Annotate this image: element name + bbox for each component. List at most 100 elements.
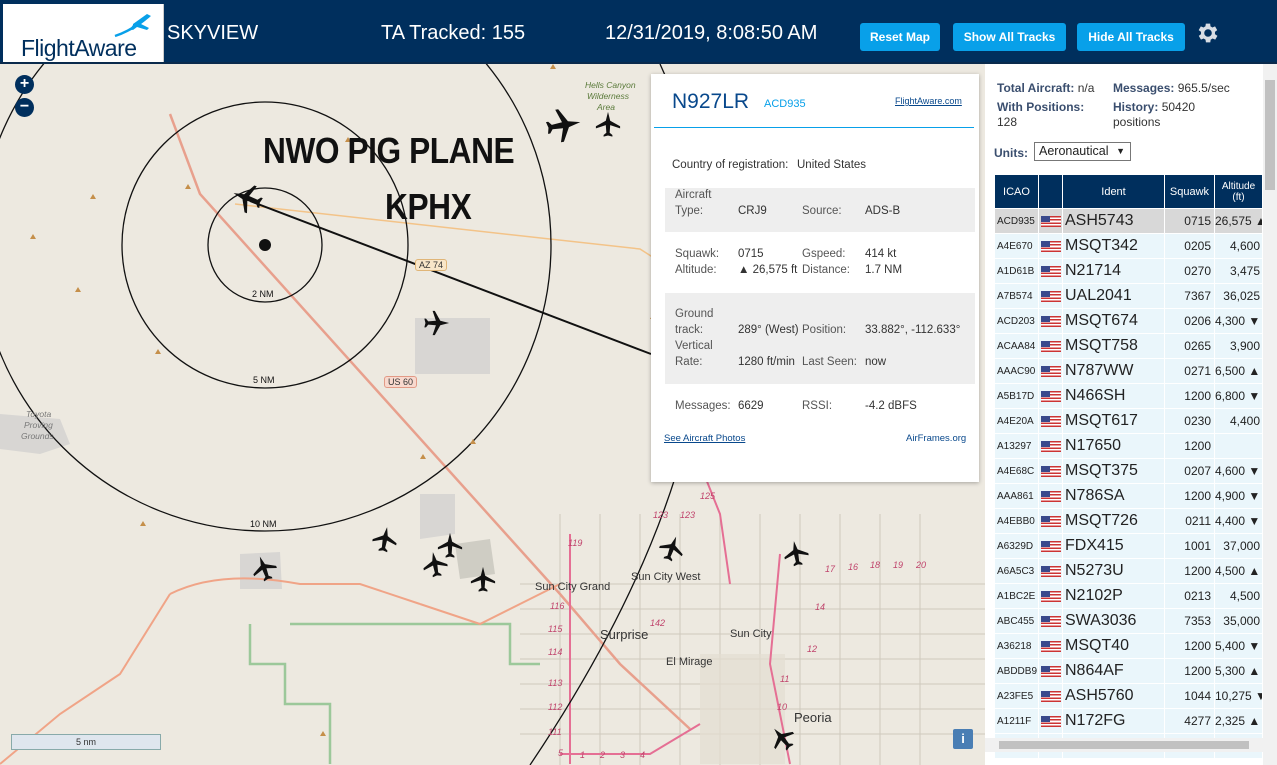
aircraft-icon[interactable] [420, 549, 450, 579]
aircraft-label: Aircraft [675, 189, 712, 201]
see-aircraft-photos-link[interactable]: See Aircraft Photos [664, 433, 745, 444]
row-squawk: 0205 [1165, 234, 1215, 258]
flightaware-logo[interactable]: FlightAware [3, 4, 164, 62]
row-icao: A4E20A [995, 409, 1039, 433]
table-row[interactable]: AAA861 N786SA 1200 4,900 ▼ [995, 484, 1263, 508]
aircraft-icon[interactable] [544, 105, 584, 145]
table-row[interactable]: ACD203 MSQT674 0206 4,300 ▼ [995, 309, 1263, 333]
row-squawk: 0213 [1165, 584, 1215, 608]
row-altitude: 4,600 [1215, 234, 1263, 258]
us-flag-icon [1041, 541, 1061, 553]
aircraft-icon[interactable] [248, 552, 280, 585]
table-row[interactable]: A36218 MSQT40 1200 5,400 ▼ [995, 634, 1263, 658]
us-flag-icon [1041, 691, 1061, 703]
col-header-ident[interactable]: Ident [1063, 175, 1165, 208]
messages-stat-label: Messages: [1113, 81, 1175, 95]
row-flag [1039, 509, 1063, 533]
row-altitude: 6,500 ▲ [1215, 359, 1263, 383]
vertical-scrollbar[interactable] [1263, 64, 1277, 765]
aircraft-icon[interactable] [370, 524, 400, 554]
row-icao: A4E68C [995, 459, 1039, 483]
table-row[interactable]: A1BC2E N2102P 0213 4,500 [995, 584, 1263, 608]
row-flag [1039, 534, 1063, 558]
vertical-label: Vertical [675, 340, 713, 352]
hide-all-tracks-button[interactable]: Hide All Tracks [1077, 23, 1185, 51]
row-flag [1039, 459, 1063, 483]
col-header-flag[interactable] [1039, 175, 1063, 208]
table-row[interactable]: ABC455 SWA3036 7353 35,000 [995, 609, 1263, 633]
row-altitude: 10,275 ▼ [1215, 684, 1263, 708]
row-squawk: 7353 [1165, 609, 1215, 633]
row-altitude: 5,300 ▲ [1215, 659, 1263, 683]
total-aircraft-stat: Total Aircraft: n/a [997, 81, 1094, 95]
table-row[interactable]: A4EBB0 MSQT726 0211 4,400 ▼ [995, 509, 1263, 533]
flightaware-link[interactable]: FlightAware.com [895, 96, 962, 106]
app-name: SKYVIEW [167, 22, 259, 44]
row-altitude: 3,475 [1215, 259, 1263, 283]
table-row[interactable]: A1D61B N21714 0270 3,475 [995, 259, 1263, 283]
row-icao: ABC455 [995, 609, 1039, 633]
us-flag-icon [1041, 441, 1061, 453]
aircraft-icon[interactable] [470, 566, 496, 592]
table-row[interactable]: ACD935 ASH5743 0715 26,575 ▲ [995, 209, 1263, 233]
horizontal-scrollbar[interactable] [985, 738, 1263, 752]
table-row[interactable]: A4E670 MSQT342 0205 4,600 [995, 234, 1263, 258]
reset-map-button[interactable]: Reset Map [860, 23, 940, 51]
gear-icon[interactable] [1195, 20, 1221, 46]
row-ident: UAL2041 [1063, 284, 1165, 308]
messages-label: Messages: [675, 400, 731, 412]
table-row[interactable]: ACAA84 MSQT758 0265 3,900 [995, 334, 1263, 358]
aircraft-icon[interactable] [595, 111, 621, 137]
scroll-thumb[interactable] [1265, 80, 1275, 190]
col-header-icao[interactable]: ICAO [995, 175, 1039, 208]
table-row[interactable]: A4E20A MSQT617 0230 4,400 [995, 409, 1263, 433]
aircraft-icon[interactable] [656, 532, 688, 565]
us-flag-icon [1041, 291, 1061, 303]
row-altitude: 4,300 ▼ [1215, 309, 1263, 333]
row-squawk: 0230 [1165, 409, 1215, 433]
source-value: ADS-B [865, 205, 901, 217]
row-ident: MSQT674 [1063, 309, 1165, 333]
table-row[interactable]: A1211F N172FG 4277 2,325 ▲ [995, 709, 1263, 733]
table-row[interactable]: A23FE5 ASH5760 1044 10,275 ▼ [995, 684, 1263, 708]
scroll-thumb[interactable] [999, 741, 1249, 749]
info-button[interactable]: i [953, 729, 973, 749]
units-select[interactable]: Aeronautical ▼ [1034, 142, 1131, 161]
row-altitude: 6,800 ▼ [1215, 384, 1263, 408]
aircraft-icon[interactable] [437, 532, 463, 558]
show-all-tracks-button[interactable]: Show All Tracks [953, 23, 1066, 51]
row-altitude: 3,900 [1215, 334, 1263, 358]
altitude-label: Altitude: [675, 264, 717, 276]
total-aircraft-label: Total Aircraft: [997, 81, 1075, 95]
row-ident: N17650 [1063, 434, 1165, 458]
aircraft-icon[interactable] [781, 538, 811, 568]
table-row[interactable]: A13297 N17650 1200 [995, 434, 1263, 458]
row-icao: A4E670 [995, 234, 1039, 258]
table-row[interactable]: A7B574 UAL2041 7367 36,025 [995, 284, 1263, 308]
table-row[interactable]: A4E68C MSQT375 0207 4,600 ▼ [995, 459, 1263, 483]
aircraft-icon[interactable] [764, 720, 800, 756]
popup-registration: N927LR [672, 90, 750, 113]
ground-label: Ground [675, 308, 714, 320]
table-row[interactable]: ABDDB9 N864AF 1200 5,300 ▲ [995, 659, 1263, 683]
history-label: History: [1113, 100, 1159, 114]
table-row[interactable]: A6329D FDX415 1001 37,000 [995, 534, 1263, 558]
table-row[interactable]: A5B17D N466SH 1200 6,800 ▼ [995, 384, 1263, 408]
airframes-link[interactable]: AirFrames.org [906, 433, 966, 444]
col-header-squawk[interactable]: Squawk [1165, 175, 1215, 208]
row-ident: N2102P [1063, 584, 1165, 608]
row-squawk: 1200 [1165, 484, 1215, 508]
aircraft-icon[interactable] [424, 310, 450, 336]
table-row[interactable]: A6A5C3 N5273U 1200 4,500 ▲ [995, 559, 1263, 583]
altitude-value: ▲ 26,575 ft [738, 264, 798, 276]
aircraft-icon-selected[interactable] [228, 179, 266, 217]
row-ident: MSQT342 [1063, 234, 1165, 258]
track-value: 289° (West) [738, 324, 799, 336]
col-header-altitude[interactable]: Altitude (ft) [1215, 175, 1263, 208]
table-row[interactable]: AAAC90 N787WW 0271 6,500 ▲ [995, 359, 1263, 383]
table-header-row: ICAO Ident Squawk Altitude (ft) [995, 175, 1263, 208]
units-label: Units: [994, 146, 1028, 160]
row-flag [1039, 284, 1063, 308]
row-icao: ACAA84 [995, 334, 1039, 358]
history-unit: positions [1113, 115, 1161, 129]
